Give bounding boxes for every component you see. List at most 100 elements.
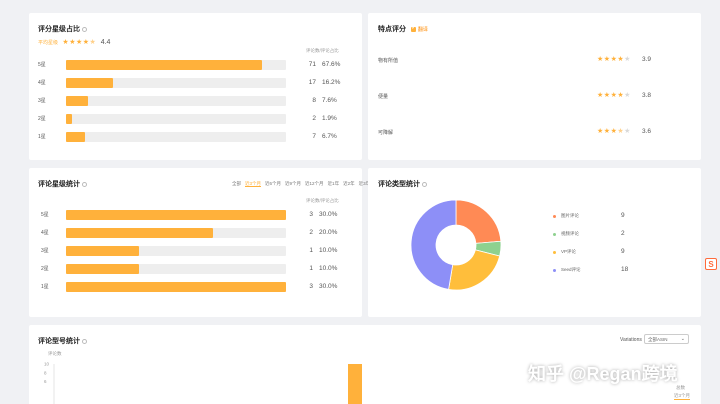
review-percent: 67.6%: [322, 61, 341, 68]
bar-fill: [66, 132, 86, 142]
bar-fill: [66, 96, 88, 106]
donut-slice[interactable]: [448, 249, 501, 291]
y-tick-label: 8: [44, 370, 47, 375]
legend-value: 2: [621, 230, 625, 237]
feature-row: 可降解 ★★★★★ 3.6: [378, 128, 698, 138]
feature-row: 便量 ★★★★★ 3.8: [378, 92, 698, 102]
star-label: 4星: [41, 230, 49, 236]
bar-track: [66, 60, 286, 70]
time-tab[interactable]: 近3个月: [245, 181, 262, 187]
count-header: 评论数/评论占比: [306, 48, 339, 53]
review-percent: 7.6%: [322, 97, 337, 104]
time-tab[interactable]: 近1年: [328, 181, 340, 186]
review-stats-card: 评论星级统计 评论数/评论占比 5星 3 30.0% 4星 2 20.0% 3星 1 10.0%…: [29, 168, 362, 317]
legend-item[interactable]: VP评论 9: [553, 248, 643, 257]
variations-select[interactable]: 全部ASIN ⌄: [644, 334, 689, 344]
variations-label: Variations: [620, 337, 642, 343]
time-tab[interactable]: 近9个月: [285, 181, 301, 186]
legend-item[interactable]: 图片评论 9: [553, 212, 643, 221]
review-count: 7: [312, 133, 316, 140]
variant-stats-title: 评论型号统计: [38, 336, 87, 346]
rating-row: 5星 71 67.6%: [38, 60, 358, 70]
bar-track: [66, 282, 286, 292]
help-icon[interactable]: [82, 181, 87, 187]
star-label: 5星: [38, 62, 46, 68]
feature-score: 3.6: [642, 128, 652, 135]
translate-label[interactable]: 翻译: [418, 27, 428, 33]
help-icon[interactable]: [82, 338, 87, 344]
feature-stars-icon: ★★★★★: [597, 128, 631, 135]
star-label: 1星: [38, 134, 46, 140]
help-icon[interactable]: [422, 181, 427, 187]
legend-dot: [553, 269, 556, 272]
bar-fill: [66, 246, 140, 256]
review-count: 2: [312, 115, 316, 122]
bar-track: [66, 228, 286, 238]
legend-dot: [553, 233, 556, 236]
legend-value: 18: [621, 266, 629, 273]
bar-fill: [66, 210, 286, 220]
y-tick-label: 10: [44, 362, 50, 367]
translate-checkbox[interactable]: ✓: [410, 25, 416, 32]
variations-select-value: 全部ASIN: [648, 337, 668, 342]
time-tab[interactable]: 近2年: [343, 181, 355, 186]
review-percent: 20.0%: [319, 229, 338, 236]
star-label: 1星: [41, 284, 49, 290]
bar-fill: [66, 264, 140, 274]
review-count: 3: [309, 211, 313, 218]
rating-row: 3星 8 7.6%: [38, 96, 358, 106]
review-count: 2: [309, 229, 313, 236]
rating-distribution-card: 评分星级占比 平均星级 ★★★★★ 4.4 评论数/评论占比 5星 71 67.6%…: [29, 13, 362, 160]
review-percent: 30.0%: [319, 283, 338, 290]
bar-fill: [66, 60, 262, 70]
bar-track: [66, 132, 286, 142]
review-row: 1星 3 30.0%: [41, 282, 361, 292]
rating-row: 1星 7 6.7%: [38, 132, 358, 142]
avg-label: 平均星级: [38, 40, 59, 46]
feature-stars-icon: ★★★★★: [597, 56, 631, 63]
review-type-title: 评论类型统计: [378, 179, 427, 189]
review-percent: 1.9%: [322, 115, 337, 122]
avg-stars-icon: ★★★★★: [62, 39, 97, 46]
time-tab[interactable]: 近6个月: [265, 181, 281, 186]
review-count: 17: [308, 79, 316, 86]
time-tab[interactable]: 全部: [232, 181, 241, 186]
feature-name: 便量: [378, 94, 389, 100]
review-row: 5星 3 30.0%: [41, 210, 361, 220]
bar-track: [66, 78, 286, 88]
count-header: 评论数/评论占比: [306, 198, 339, 203]
review-percent: 6.7%: [322, 133, 337, 140]
feature-score: 3.9: [642, 56, 652, 63]
legend-item[interactable]: 视频评论 2: [553, 230, 643, 239]
floating-s-icon[interactable]: S: [705, 258, 717, 270]
donut-slice[interactable]: [455, 199, 502, 244]
variant-bar[interactable]: [348, 364, 362, 404]
donut-slice[interactable]: [410, 199, 457, 290]
time-range-tabs: 全部 近3个月 近6个月 近9个月 近12个月 近1年 近2年 近3年: [232, 181, 374, 187]
review-percent: 30.0%: [319, 211, 338, 218]
feature-score: 3.8: [642, 92, 652, 99]
legend-recent[interactable]: 近3个月: [674, 393, 691, 400]
legend-item[interactable]: Seed评论 18: [553, 266, 643, 275]
bar-fill: [66, 282, 286, 292]
help-icon[interactable]: [82, 26, 87, 32]
watermark: 知乎 @Regan跨境: [528, 364, 678, 384]
bar-track: [66, 114, 286, 124]
review-stats-title: 评论星级统计: [38, 179, 87, 189]
star-label: 2星: [38, 116, 46, 122]
bar-track: [66, 246, 286, 256]
bar-track: [66, 264, 286, 274]
bar-fill: [66, 114, 72, 124]
feature-name: 可降解: [378, 130, 394, 136]
legend-name: 图片评论: [561, 213, 579, 218]
y-axis-label: 评论数: [48, 351, 62, 356]
review-percent: 10.0%: [319, 247, 338, 254]
review-type-card: 评论类型统计: [368, 168, 701, 317]
feature-stars-icon: ★★★★★: [597, 92, 631, 99]
bar-fill: [66, 78, 113, 88]
review-count: 1: [309, 247, 313, 254]
review-row: 4星 2 20.0%: [41, 228, 361, 238]
time-tab[interactable]: 近12个月: [305, 181, 324, 186]
average-rating: 平均星级 ★★★★★ 4.4: [38, 38, 110, 46]
feature-rating-title: 特点评分 ✓ 翻译: [378, 24, 428, 33]
